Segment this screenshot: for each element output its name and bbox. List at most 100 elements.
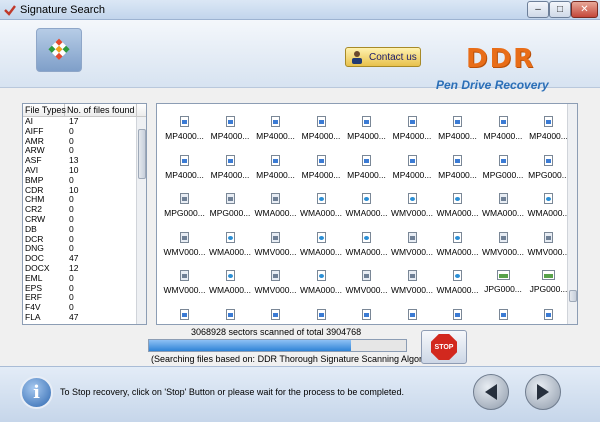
file-item[interactable]: WMV000... (344, 260, 389, 300)
file-item[interactable] (162, 299, 207, 325)
product-name: Pen Drive Recovery (436, 78, 549, 92)
file-item[interactable]: WMA000... (208, 260, 253, 300)
mp4-file-icon (362, 308, 371, 320)
file-item[interactable]: JPG000... (526, 260, 571, 300)
file-item[interactable] (526, 299, 571, 325)
file-item[interactable]: WMV000... (481, 222, 526, 262)
file-item[interactable]: MP4000... (208, 145, 253, 185)
stop-sign-icon: STOP (431, 334, 457, 360)
file-item[interactable]: WMV000... (390, 183, 435, 223)
file-item[interactable]: WMA000... (253, 183, 298, 223)
column-header-files-found[interactable]: No. of files found (65, 104, 137, 116)
file-item[interactable]: MP4000... (162, 145, 207, 185)
file-item[interactable] (208, 299, 253, 325)
maximize-button[interactable]: □ (549, 1, 571, 18)
table-row[interactable]: CRW 0 (23, 214, 146, 225)
file-item[interactable]: MP4000... (390, 145, 435, 185)
file-item[interactable]: JPG000... (481, 260, 526, 300)
stop-button[interactable]: STOP (421, 330, 467, 364)
file-item[interactable]: MP4000... (344, 106, 389, 146)
file-item[interactable]: WMV000... (162, 222, 207, 262)
wma-file-icon (362, 193, 371, 204)
file-name: WMA000... (436, 208, 479, 218)
file-item[interactable]: WMV000... (390, 222, 435, 262)
file-item[interactable]: WMV000... (253, 222, 298, 262)
wmv-file-icon (180, 193, 189, 204)
minimize-button[interactable]: – (527, 1, 549, 18)
table-row[interactable]: ERF 0 (23, 293, 146, 303)
file-item[interactable] (299, 299, 344, 325)
file-item[interactable] (253, 299, 298, 325)
file-name: MP4000... (301, 131, 341, 141)
file-item[interactable]: MP4000... (435, 106, 480, 146)
file-name: MP4000... (529, 131, 568, 141)
mp4-file-icon (498, 154, 508, 166)
file-item[interactable]: WMA000... (435, 183, 480, 223)
file-item[interactable] (344, 299, 389, 325)
file-item[interactable]: MP4000... (526, 106, 571, 146)
file-item[interactable] (435, 299, 480, 325)
close-button[interactable]: ✕ (571, 1, 598, 18)
file-item[interactable]: WMA000... (208, 222, 253, 262)
file-item[interactable]: MPG000... (526, 145, 571, 185)
file-name: JPG000... (529, 284, 568, 294)
files-found-cell: 0 (69, 292, 74, 303)
file-item[interactable]: WMV000... (390, 260, 435, 300)
file-item[interactable]: WMA000... (299, 260, 344, 300)
file-item[interactable]: MP4000... (253, 106, 298, 146)
file-item[interactable]: MPG000... (481, 145, 526, 185)
file-item[interactable]: WMV000... (253, 260, 298, 300)
file-item[interactable]: MP4000... (162, 106, 207, 146)
file-name: WMA000... (299, 246, 343, 257)
file-name: WMV000... (481, 246, 525, 257)
table-row[interactable]: F4V 0 (23, 302, 146, 313)
file-item[interactable] (390, 299, 435, 325)
file-name: MP4000... (301, 169, 341, 180)
mp4-file-icon (180, 154, 189, 166)
mp4-file-icon (225, 308, 235, 320)
file-item[interactable]: MP4000... (390, 106, 435, 146)
file-item[interactable]: MP4000... (299, 145, 344, 185)
file-item[interactable] (481, 299, 526, 325)
back-button[interactable] (473, 374, 509, 410)
contact-us-button[interactable]: Contact us (345, 47, 421, 67)
file-types-scroll-thumb[interactable] (138, 129, 146, 179)
file-item[interactable]: WMA000... (344, 183, 389, 223)
file-name: JPG000... (484, 284, 522, 294)
found-files-scrollbar[interactable] (567, 104, 577, 324)
file-item[interactable]: MP4000... (299, 106, 344, 146)
mp4-file-icon (498, 308, 508, 320)
file-name: WMV000... (345, 285, 388, 295)
file-name: MP4000... (392, 131, 432, 141)
file-types-scrollbar[interactable] (136, 117, 146, 324)
file-name: MP4000... (210, 131, 250, 141)
file-item[interactable]: WMA000... (299, 183, 344, 223)
file-item[interactable]: WMV000... (162, 260, 207, 300)
file-item[interactable]: WMA000... (481, 183, 526, 223)
file-item[interactable]: MPG000... (162, 183, 207, 223)
file-item[interactable]: WMA000... (435, 260, 480, 300)
next-button[interactable] (525, 374, 561, 410)
mp4-file-icon (180, 308, 189, 320)
mp4-file-icon (362, 116, 371, 127)
file-item[interactable]: WMA000... (435, 222, 480, 262)
file-item[interactable]: WMA000... (344, 222, 389, 262)
column-header-file-types[interactable]: File Types (23, 104, 66, 116)
file-item[interactable]: WMA000... (299, 222, 344, 262)
mp4-file-icon (544, 116, 553, 127)
found-files-scroll-thumb[interactable] (569, 290, 577, 302)
found-files-panel: MP4000... MP4000... MP4000... MP4000... MP40… (156, 103, 578, 325)
table-row[interactable]: FLA 47 (23, 312, 146, 323)
wmv-file-icon (407, 270, 417, 281)
file-item[interactable]: WMA000... (526, 183, 571, 223)
file-name: WMA000... (436, 285, 479, 295)
file-item[interactable]: MP4000... (344, 145, 389, 185)
info-glyph: i (33, 382, 40, 403)
file-item[interactable]: MP4000... (481, 106, 526, 146)
file-item[interactable]: MPG000... (208, 183, 253, 223)
file-item[interactable]: MP4000... (208, 106, 253, 146)
file-item[interactable]: MP4000... (253, 145, 298, 185)
table-row[interactable]: ASF 13 (23, 155, 146, 166)
file-item[interactable]: MP4000... (435, 145, 480, 185)
file-item[interactable]: WMV000... (526, 222, 571, 262)
